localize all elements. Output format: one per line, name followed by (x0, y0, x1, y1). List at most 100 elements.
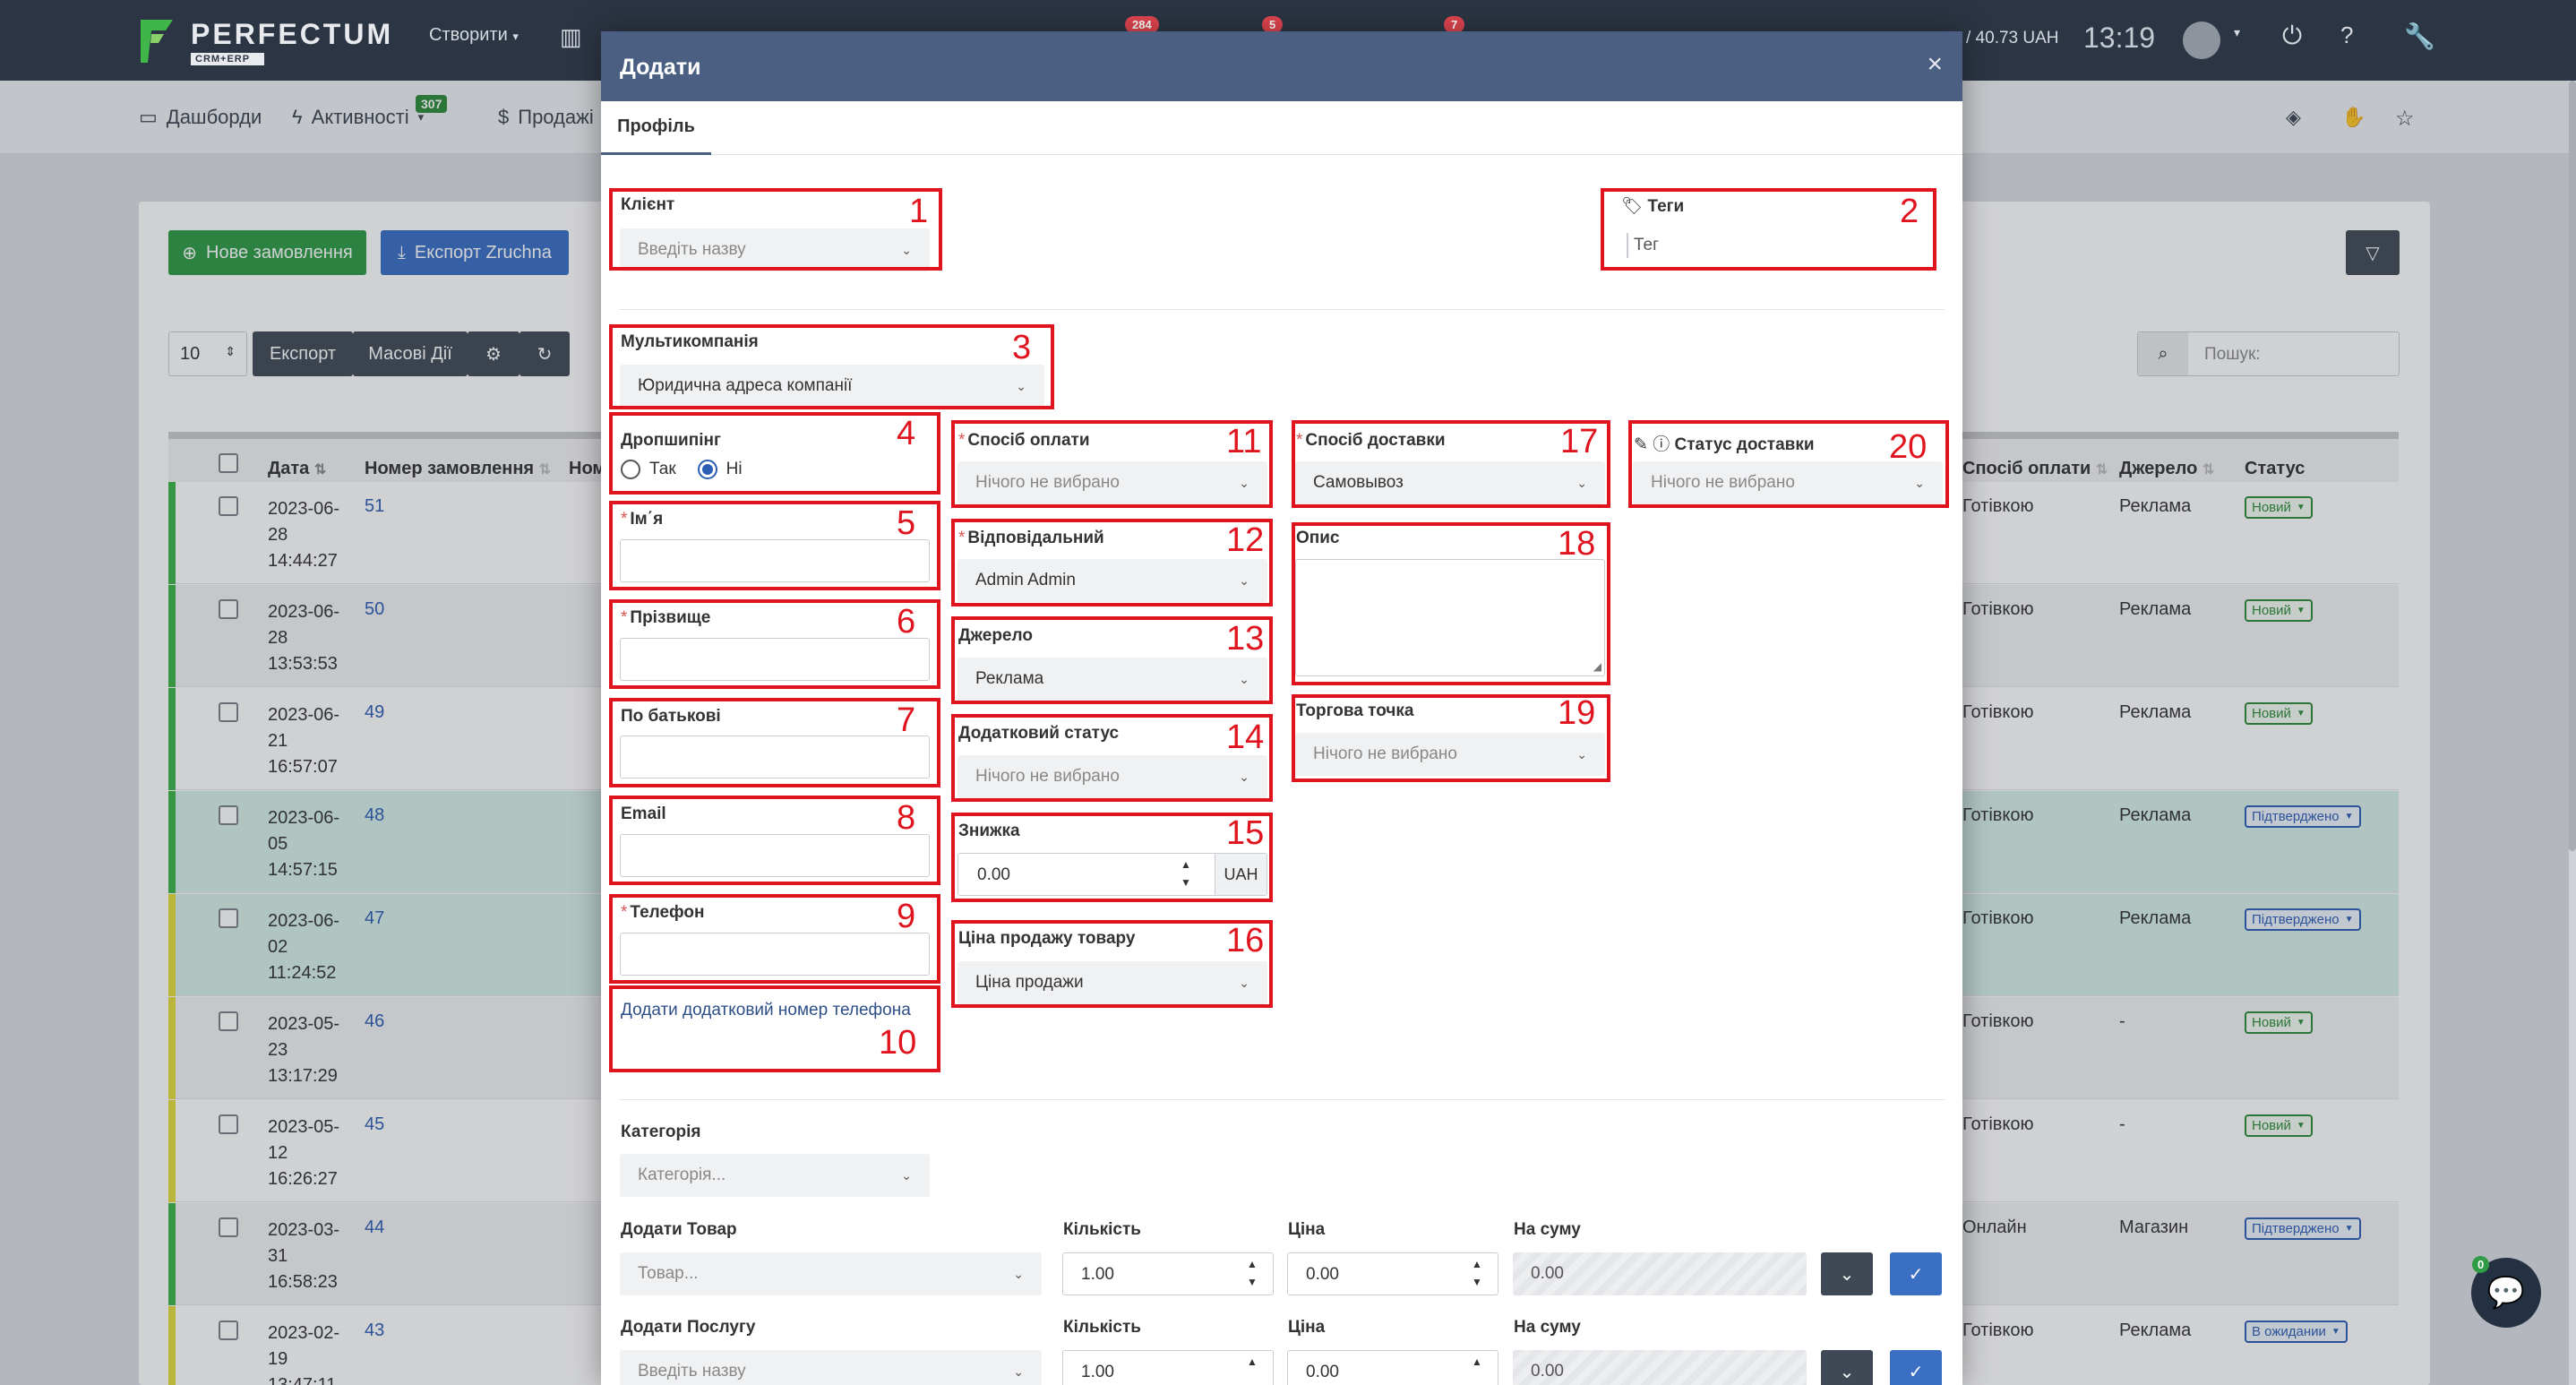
price-label: Ціна (1288, 1220, 1326, 1239)
sum2-label: На суму (1514, 1318, 1581, 1337)
annotation-number: 18 (1558, 525, 1596, 563)
service-select[interactable]: Введіть назву ⌄ (620, 1350, 1042, 1385)
chevron-down-icon[interactable]: ▾ (2234, 25, 2240, 40)
annotation-number: 5 (897, 504, 916, 542)
modal-title: Додати (620, 55, 701, 80)
annotation-box (951, 616, 1273, 704)
annotation-number: 15 (1226, 814, 1265, 852)
check-icon: ✓ (1908, 1264, 1924, 1285)
product-placeholder: Товар... (638, 1264, 699, 1283)
annotation-box (609, 188, 942, 271)
avatar[interactable] (2183, 22, 2220, 59)
help-icon[interactable]: ? (2340, 22, 2353, 49)
annotation-box (951, 920, 1273, 1008)
annotation-box (951, 813, 1273, 902)
spin-up-icon[interactable]: ▲ (1247, 1356, 1258, 1367)
qty2-input[interactable]: 1.00 ▲ (1062, 1350, 1274, 1385)
annotation-number: 1 (909, 193, 929, 230)
balance: / 40.73 UAH (1966, 29, 2059, 47)
create-menu[interactable]: Створити ▾ (429, 25, 519, 46)
add-order-modal: Додати × Профіль Клієнт Введіть назву ⌄ 🏷… (601, 31, 1962, 1385)
price2-value: 0.00 (1306, 1363, 1339, 1381)
annotation-box (609, 501, 940, 590)
chevron-down-icon: ▾ (512, 30, 519, 43)
qty2-label: Кількість (1063, 1318, 1141, 1337)
annotation-number: 2 (1900, 193, 1919, 230)
annotation-number: 20 (1889, 428, 1928, 466)
annotation-number: 4 (897, 415, 916, 452)
service-placeholder: Введіть назву (638, 1362, 746, 1381)
confirm-button[interactable]: ✓ (1890, 1252, 1942, 1295)
clock: 13:19 (2083, 22, 2156, 54)
logo-subtext: CRM+ERP (191, 52, 264, 65)
annotation-box (609, 894, 940, 984)
double-chevron-down-icon: ⌄ (1839, 1264, 1855, 1285)
sum-field: 0.00 (1513, 1252, 1807, 1295)
spin-down-icon[interactable]: ▼ (1472, 1277, 1482, 1287)
add-service-label: Додати Послугу (621, 1318, 756, 1337)
sum2-field: 0.00 (1513, 1350, 1807, 1385)
double-chevron-down-icon: ⌄ (1839, 1362, 1855, 1382)
sum-label: На суму (1514, 1220, 1581, 1239)
chat-bubble-icon: 💬 (2486, 1276, 2526, 1310)
price-value: 0.00 (1306, 1265, 1339, 1284)
spin-up-icon[interactable]: ▲ (1472, 1259, 1482, 1269)
product-select[interactable]: Товар... ⌄ (620, 1252, 1042, 1295)
wrench-icon[interactable]: 🔧 (2404, 22, 2435, 51)
qty-value: 1.00 (1081, 1265, 1114, 1284)
logo-mark-icon (139, 16, 175, 66)
annotation-number: 16 (1226, 922, 1265, 959)
annotation-number: 11 (1226, 423, 1262, 460)
divider (619, 309, 1945, 310)
annotation-number: 8 (897, 799, 916, 837)
chevron-down-icon: ⌄ (1013, 1266, 1024, 1281)
spin-down-icon[interactable]: ▼ (1247, 1277, 1258, 1287)
category-select[interactable]: Категорія... ⌄ (620, 1154, 930, 1197)
annotation-box (609, 796, 940, 885)
category-placeholder: Категорія... (638, 1166, 726, 1184)
price-input[interactable]: 0.00 ▲ ▼ (1287, 1252, 1498, 1295)
sum2-value: 0.00 (1531, 1362, 1564, 1381)
expand-button[interactable]: ⌄ (1821, 1350, 1873, 1385)
spin-up-icon[interactable]: ▲ (1247, 1259, 1258, 1269)
annotation-number: 9 (897, 898, 916, 935)
annotation-box (951, 519, 1273, 606)
logo-text: PERFECTUM (191, 17, 394, 50)
annotation-number: 17 (1560, 423, 1599, 460)
qty-input[interactable]: 1.00 ▲ ▼ (1062, 1252, 1274, 1295)
price2-input[interactable]: 0.00 ▲ (1287, 1350, 1498, 1385)
confirm-button[interactable]: ✓ (1890, 1350, 1942, 1385)
spin-up-icon[interactable]: ▲ (1472, 1356, 1482, 1367)
stats-icon[interactable]: ▥ (560, 23, 582, 51)
close-icon[interactable]: × (1927, 49, 1943, 80)
modal-header: Додати × (601, 31, 1962, 101)
add-product-label: Додати Товар (621, 1220, 737, 1239)
qty2-value: 1.00 (1081, 1363, 1114, 1381)
logo[interactable]: PERFECTUM CRM+ERP (139, 16, 393, 66)
annotation-number: 14 (1226, 718, 1265, 756)
annotation-box (609, 412, 940, 495)
create-menu-label: Створити (429, 25, 508, 45)
expand-button[interactable]: ⌄ (1821, 1252, 1873, 1295)
qty-label: Кількість (1063, 1220, 1141, 1239)
annotation-box (609, 698, 940, 787)
annotation-box (1601, 188, 1936, 271)
sum-value: 0.00 (1531, 1264, 1564, 1283)
annotation-number: 10 (879, 1024, 917, 1062)
annotation-number: 12 (1226, 521, 1265, 559)
chevron-down-icon: ⌄ (1013, 1363, 1024, 1379)
annotation-box (609, 324, 1054, 409)
annotation-number: 3 (1012, 329, 1032, 366)
scrollbar[interactable] (2569, 81, 2576, 1385)
check-icon: ✓ (1908, 1362, 1924, 1382)
annotation-number: 19 (1558, 694, 1596, 732)
annotation-number: 13 (1226, 620, 1265, 658)
price2-label: Ціна (1288, 1318, 1326, 1337)
modal-tabs: Профіль (601, 101, 1962, 155)
annotation-box (951, 420, 1273, 508)
tab-profile[interactable]: Профіль (601, 101, 711, 155)
scrollbar-thumb[interactable] (2569, 81, 2576, 851)
annotation-box (609, 599, 940, 689)
power-icon[interactable]: ⏻ (2282, 22, 2302, 51)
annotation-box (951, 714, 1273, 802)
